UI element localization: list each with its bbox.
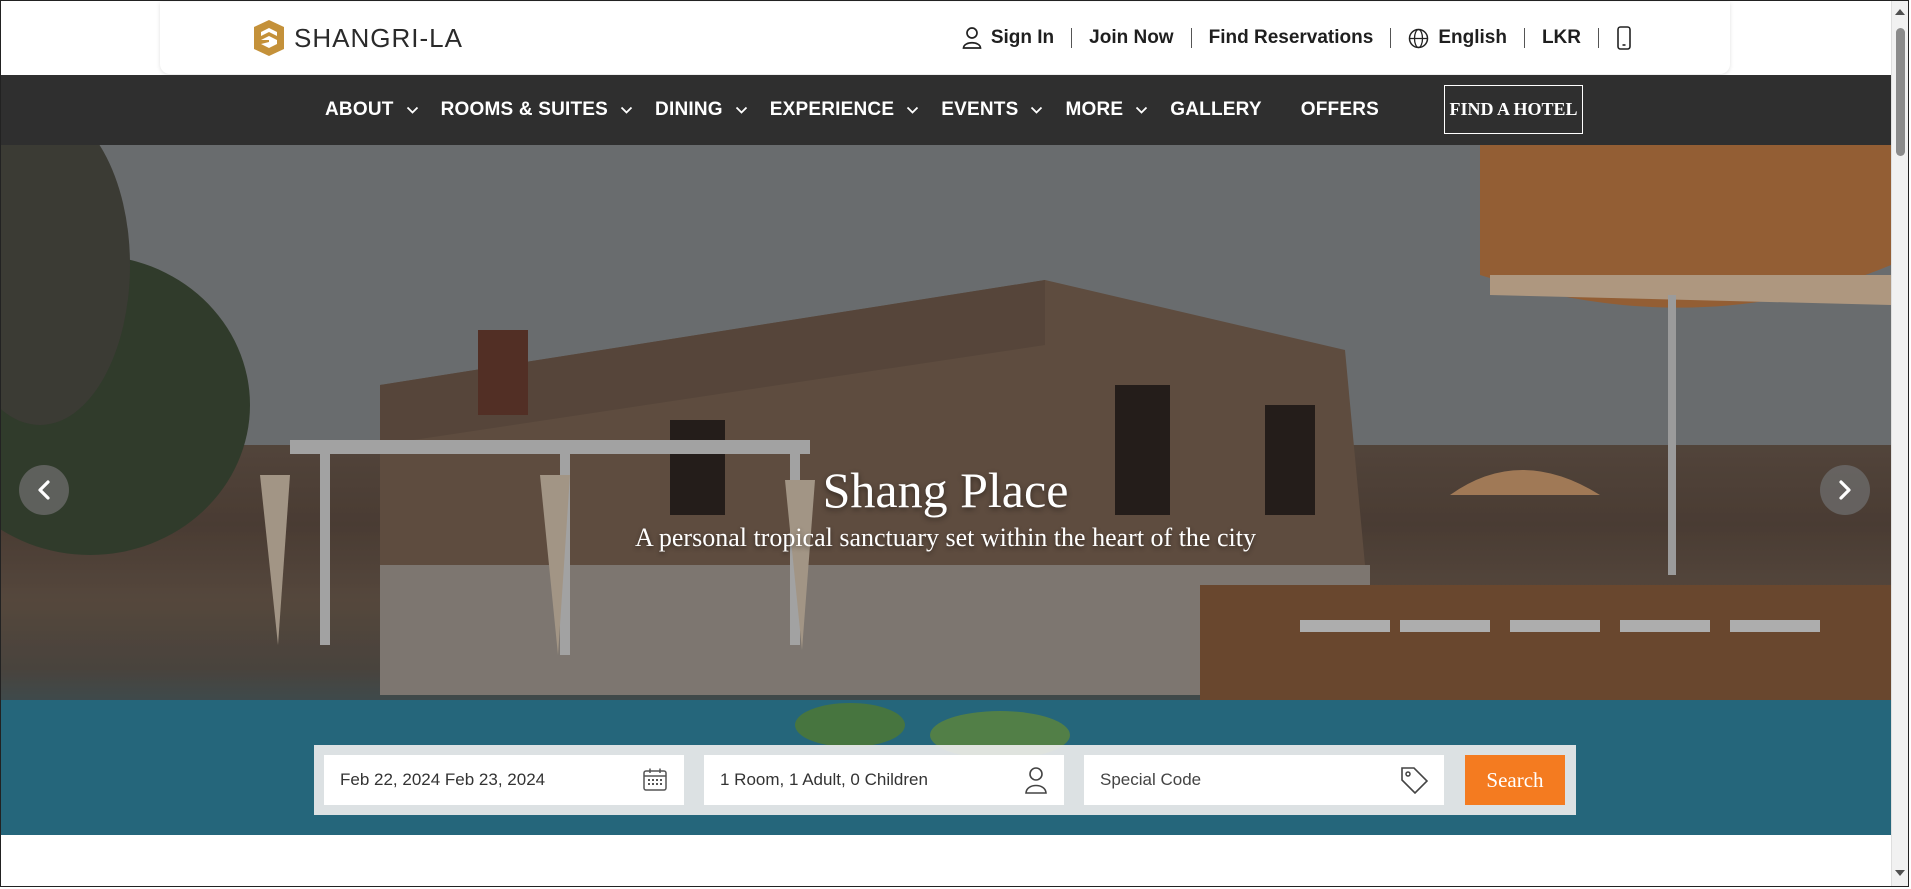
- special-code-placeholder: Special Code: [1100, 770, 1202, 789]
- shangri-la-logo-icon: [254, 20, 284, 56]
- nav-item-label: ABOUT: [325, 99, 394, 120]
- nav-item-label: EVENTS: [941, 99, 1019, 120]
- language-label: English: [1438, 27, 1507, 48]
- nav-item-experience[interactable]: EXPERIENCE: [770, 99, 919, 121]
- globe-icon: [1409, 28, 1429, 48]
- chevron-down-icon: [907, 106, 919, 114]
- chevron-down-icon: [620, 106, 633, 114]
- brand-logo[interactable]: SHANGRI-LA: [254, 20, 463, 56]
- join-now-link[interactable]: Join Now: [1089, 27, 1173, 49]
- nav-item-about[interactable]: ABOUT: [325, 99, 419, 121]
- mobile-phone-icon: [1617, 26, 1631, 50]
- chevron-down-icon: [406, 106, 418, 114]
- user-icon: [962, 27, 982, 49]
- hero-title: Shang Place: [822, 462, 1069, 518]
- hero-subtitle: A personal tropical sanctuary set within…: [635, 523, 1256, 552]
- divider: [1190, 28, 1192, 48]
- nav-item-rooms-suites[interactable]: ROOMS & SUITES: [441, 99, 633, 121]
- currency-selector[interactable]: LKR: [1542, 27, 1581, 49]
- chevron-right-icon: [1839, 480, 1851, 500]
- chevron-down-icon: [735, 106, 747, 114]
- nav-item-label: DINING: [655, 99, 723, 120]
- chevron-down-icon: [1031, 106, 1043, 114]
- find-reservations-label: Find Reservations: [1208, 27, 1374, 48]
- find-reservations-link[interactable]: Find Reservations: [1209, 27, 1374, 49]
- date-range-field[interactable]: Feb 22, 2024 Feb 23, 2024: [324, 755, 684, 805]
- nav-item-label: GALLERY: [1170, 99, 1262, 120]
- booking-bar: Feb 22, 2024 Feb 23, 2024 1 Room, 1 Adul…: [314, 745, 1576, 815]
- brand-name: SHANGRI-LA: [294, 22, 463, 53]
- date-range-value: Feb 22, 2024 Feb 23, 2024: [340, 770, 546, 789]
- special-code-field[interactable]: Special Code: [1084, 755, 1444, 805]
- tag-icon: [1401, 767, 1428, 794]
- divider: [1071, 28, 1073, 48]
- nav-item-gallery[interactable]: GALLERY: [1170, 99, 1261, 121]
- nav-item-label: EXPERIENCE: [769, 99, 895, 120]
- utility-links: Sign In Join Now Find Reservations Engli…: [962, 22, 1632, 54]
- main-nav: ABOUT ROOMS & SUITES DINING EXPERIENCE EVENT…: [0, 75, 1891, 145]
- user-icon: [1025, 767, 1047, 794]
- currency-label: LKR: [1541, 27, 1581, 48]
- scroll-up-arrow-icon[interactable]: [1895, 9, 1905, 15]
- chevron-left-icon: [38, 480, 50, 500]
- find-a-hotel-button[interactable]: FIND A HOTEL: [1444, 85, 1583, 134]
- sign-in-link[interactable]: Sign In: [962, 27, 1054, 49]
- nav-item-offers[interactable]: OFFERS: [1301, 99, 1379, 121]
- divider: [1598, 28, 1599, 48]
- carousel-next-button[interactable]: [1820, 465, 1870, 515]
- page-scrollbar[interactable]: [1891, 0, 1909, 887]
- mobile-app-link[interactable]: [1616, 26, 1632, 50]
- carousel-prev-button[interactable]: [19, 465, 69, 515]
- calendar-icon: [643, 768, 667, 791]
- nav-item-events[interactable]: EVENTS: [941, 99, 1043, 121]
- search-button[interactable]: Search: [1465, 755, 1565, 805]
- nav-item-label: ROOMS & SUITES: [440, 99, 609, 120]
- guests-field[interactable]: 1 Room, 1 Adult, 0 Children: [704, 755, 1064, 805]
- scroll-thumb[interactable]: [1896, 28, 1905, 156]
- sign-in-label: Sign In: [990, 27, 1055, 48]
- scroll-down-arrow-icon[interactable]: [1895, 870, 1905, 876]
- divider: [1523, 28, 1525, 48]
- divider: [1390, 28, 1392, 48]
- nav-item-label: OFFERS: [1300, 99, 1380, 120]
- hero-banner: Shang Place A personal tropical sanctuar…: [0, 145, 1891, 835]
- nav-item-dining[interactable]: DINING: [655, 99, 748, 121]
- utility-bar: SHANGRI-LA Sign In Join Now Find Reserva…: [160, 2, 1730, 74]
- language-selector[interactable]: English: [1408, 27, 1507, 49]
- nav-item-label: MORE: [1065, 99, 1124, 120]
- join-now-label: Join Now: [1089, 27, 1174, 48]
- nav-items: ABOUT ROOMS & SUITES DINING EXPERIENCE EVENT…: [325, 75, 1418, 145]
- nav-item-more[interactable]: MORE: [1065, 99, 1148, 121]
- chevron-down-icon: [1136, 106, 1148, 114]
- guests-value: 1 Room, 1 Adult, 0 Children: [720, 770, 928, 789]
